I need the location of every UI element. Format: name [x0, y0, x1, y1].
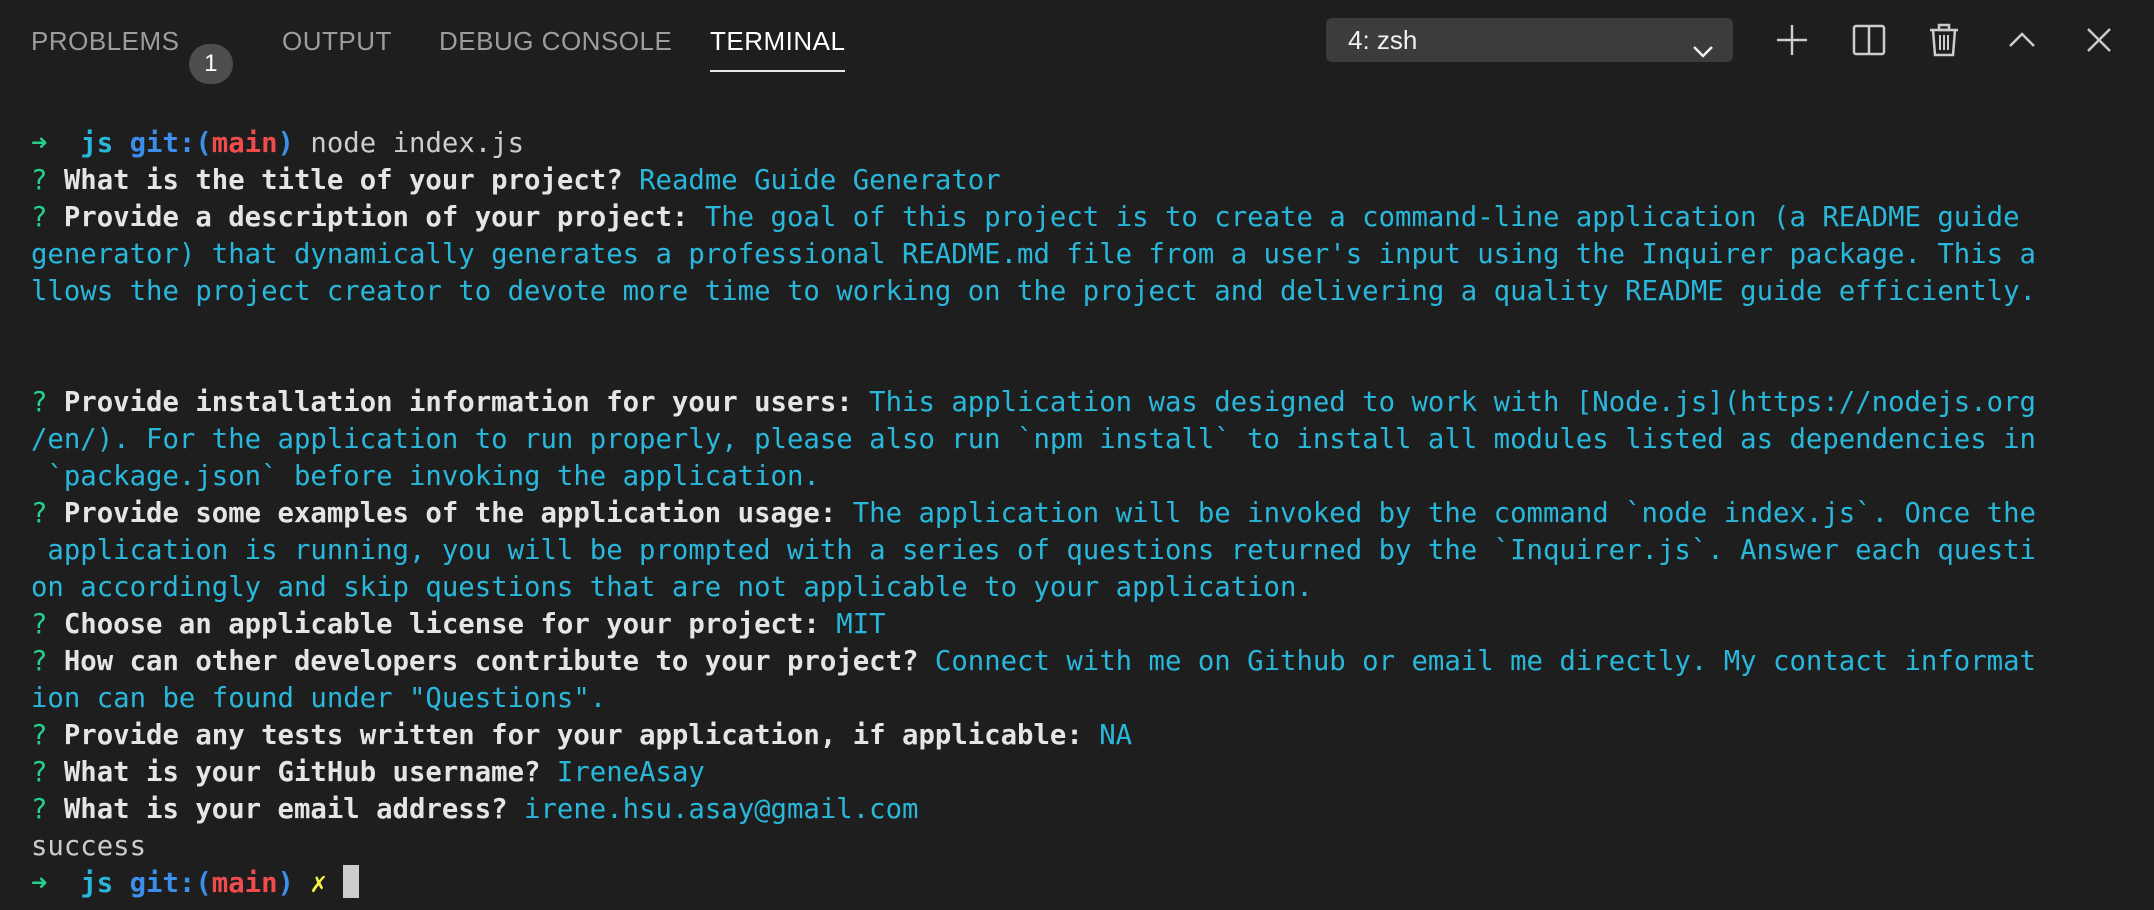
question-mark: ?: [31, 609, 48, 640]
question-title: What is the title of your project?: [63, 165, 623, 196]
question-github: What is your GitHub username?: [63, 757, 541, 788]
question-contribute: How can other developers contribute to y…: [63, 646, 919, 677]
terminal-line-title: ? What is the title of your project? Rea…: [31, 162, 2131, 199]
terminal-line-installation: ? Provide installation information for y…: [31, 384, 2131, 421]
result-text: success: [31, 831, 147, 862]
problems-count-badge: 1: [189, 44, 233, 84]
answer-license: MIT: [836, 609, 886, 640]
answer-email: irene.hsu.asay@gmail.com: [524, 794, 919, 825]
chevron-down-icon: [1691, 30, 1715, 74]
question-mark: ?: [31, 720, 48, 751]
question-usage: Provide some examples of the application…: [63, 498, 837, 529]
answer-title: Readme Guide Generator: [639, 165, 1001, 196]
question-email: What is your email address?: [63, 794, 508, 825]
terminal-select-value: 4: zsh: [1348, 25, 1418, 55]
prompt-dirty-marker: ✗: [310, 868, 327, 899]
panel-header: PROBLEMS 1 OUTPUT DEBUG CONSOLE TERMINAL…: [0, 0, 2154, 84]
question-mark: ?: [31, 794, 48, 825]
tab-debug-console[interactable]: DEBUG CONSOLE: [439, 24, 672, 64]
chevron-up-icon[interactable]: [2002, 20, 2042, 60]
split-icon[interactable]: [1849, 20, 1889, 60]
terminal-line-tests: ? Provide any tests written for your app…: [31, 717, 2131, 754]
active-tab-indicator: [710, 70, 846, 72]
terminal-line-usage: ? Provide some examples of the applicati…: [31, 495, 2131, 532]
terminal-line-command: ➜ js git:(main) node index.js: [31, 125, 2131, 162]
answer-installation-2: /en/). For the application to run proper…: [31, 424, 2036, 455]
prompt-git-label: git:(: [129, 868, 212, 899]
terminal-line-license: ? Choose an applicable license for your …: [31, 606, 2131, 643]
prompt-git-label: git:(: [129, 128, 212, 159]
tab-terminal[interactable]: TERMINAL: [710, 24, 846, 72]
answer-github: IreneAsay: [556, 757, 705, 788]
tab-debug-console-label: DEBUG CONSOLE: [439, 26, 673, 56]
answer-usage-3: on accordingly and skip questions that a…: [31, 572, 1313, 603]
tab-output-label: OUTPUT: [282, 26, 392, 56]
terminal-instance-select[interactable]: 4: zsh: [1326, 18, 1733, 62]
answer-description-1: The goal of this project is to create a …: [704, 202, 2020, 233]
answer-installation-3: `package.json` before invoking the appli…: [31, 461, 820, 492]
prompt-git-close: ): [277, 868, 294, 899]
answer-description-2: generator) that dynamically generates a …: [31, 239, 2036, 270]
answer-installation-1: This application was designed to work wi…: [869, 387, 2036, 418]
answer-contribute-2: ion can be found under "Questions".: [31, 683, 607, 714]
terminal-line-github: ? What is your GitHub username? IreneAsa…: [31, 754, 2131, 791]
question-mark: ?: [31, 165, 48, 196]
trash-icon[interactable]: [1924, 20, 1964, 60]
answer-tests: NA: [1099, 720, 1133, 751]
terminal-line-contribute: ? How can other developers contribute to…: [31, 643, 2131, 680]
tab-output[interactable]: OUTPUT: [282, 24, 392, 64]
prompt-arrow: ➜: [31, 128, 48, 159]
prompt-arrow: ➜: [31, 868, 48, 899]
question-license: Choose an applicable license for your pr…: [63, 609, 820, 640]
question-description: Provide a description of your project:: [63, 202, 689, 233]
close-icon[interactable]: [2079, 20, 2119, 60]
question-mark: ?: [31, 387, 48, 418]
terminal-line-prompt: ➜ js git:(main) ✗: [31, 865, 2131, 902]
question-mark: ?: [31, 646, 48, 677]
question-tests: Provide any tests written for your appli…: [63, 720, 1083, 751]
question-mark: ?: [31, 498, 48, 529]
prompt-dir: js: [80, 868, 114, 899]
prompt-branch: main: [211, 128, 278, 159]
question-mark: ?: [31, 757, 48, 788]
text-cursor: [343, 865, 360, 898]
answer-usage-2: application is running, you will be prom…: [31, 535, 2036, 566]
answer-contribute-1: Connect with me on Github or email me di…: [934, 646, 2036, 677]
terminal-line-email: ? What is your email address? irene.hsu.…: [31, 791, 2131, 828]
tab-terminal-label: TERMINAL: [710, 26, 846, 56]
answer-usage-1: The application will be invoked by the c…: [852, 498, 2036, 529]
terminal-line-description: ? Provide a description of your project:…: [31, 199, 2131, 236]
plus-icon[interactable]: [1772, 20, 1812, 60]
tab-problems-label: PROBLEMS: [31, 26, 180, 56]
prompt-git-close: ): [277, 128, 294, 159]
answer-description-3: llows the project creator to devote more…: [31, 276, 2036, 307]
question-installation: Provide installation information for you…: [63, 387, 853, 418]
tab-problems[interactable]: PROBLEMS 1: [31, 24, 233, 84]
question-mark: ?: [31, 202, 48, 233]
command-text: node index.js: [310, 128, 525, 159]
prompt-branch: main: [211, 868, 278, 899]
terminal-output[interactable]: ➜ js git:(main) node index.js ? What is …: [31, 125, 2131, 902]
prompt-dir: js: [80, 128, 114, 159]
